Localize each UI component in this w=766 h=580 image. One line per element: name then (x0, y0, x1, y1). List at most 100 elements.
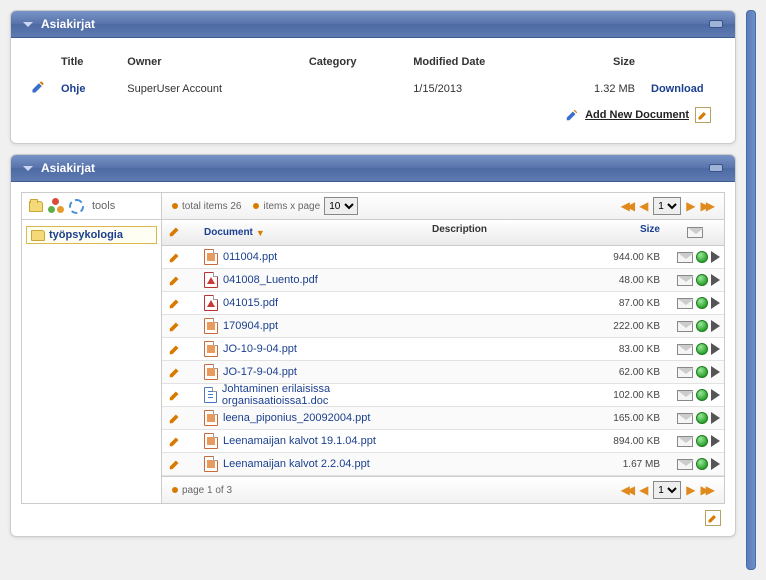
mail-icon[interactable] (677, 413, 693, 424)
categories-icon[interactable] (48, 198, 64, 214)
next-page-icon[interactable]: ▶ (686, 199, 695, 213)
play-icon[interactable] (711, 297, 720, 309)
edit-file-icon[interactable] (168, 296, 182, 310)
download-icon[interactable] (696, 320, 708, 332)
mail-icon[interactable] (677, 321, 693, 332)
folder-tree-item[interactable]: työpsykologia (26, 226, 157, 244)
last-page-icon[interactable]: ▶▶ (701, 199, 711, 213)
download-icon[interactable] (696, 458, 708, 470)
download-icon[interactable] (696, 251, 708, 263)
mail-icon[interactable] (677, 367, 693, 378)
mail-icon[interactable] (677, 436, 693, 447)
bullet-icon (172, 203, 178, 209)
documents-panel-2: Asiakirjat tools total items 26 items x … (10, 154, 736, 537)
edit-file-icon[interactable] (168, 457, 182, 471)
mail-icon[interactable] (677, 298, 693, 309)
play-icon[interactable] (711, 412, 720, 424)
file-description (426, 324, 596, 328)
play-icon[interactable] (711, 274, 720, 286)
ppt-file-icon (204, 456, 218, 472)
file-name-link[interactable]: Johtaminen erilaisissa organisaatioissa1… (222, 383, 420, 407)
edit-page-icon[interactable] (695, 107, 711, 123)
edit-file-icon[interactable] (168, 434, 182, 448)
play-icon[interactable] (711, 389, 720, 401)
folder-view-icon[interactable] (28, 198, 44, 214)
file-size: 83.00 KB (596, 342, 666, 357)
file-description (426, 462, 596, 466)
folder-tree: työpsykologia (22, 220, 162, 503)
file-name-link[interactable]: Leenamaijan kalvot 2.2.04.ppt (223, 458, 370, 470)
file-description (426, 255, 596, 259)
first-page-icon[interactable]: ◀◀ (621, 199, 631, 213)
documents-panel-1: Asiakirjat Title Owner Category Modified… (10, 10, 736, 144)
file-name-link[interactable]: 011004.ppt (223, 251, 277, 263)
mail-icon[interactable] (677, 275, 693, 286)
play-icon[interactable] (711, 320, 720, 332)
edit-icon[interactable] (31, 80, 45, 94)
prev-page-icon[interactable]: ◀ (639, 199, 648, 213)
play-icon[interactable] (711, 458, 720, 470)
file-name-link[interactable]: Leenamaijan kalvot 19.1.04.ppt (223, 435, 376, 447)
edit-file-icon[interactable] (168, 342, 182, 356)
file-description (426, 301, 596, 305)
edit-file-icon[interactable] (168, 273, 182, 287)
play-icon[interactable] (711, 343, 720, 355)
doc-title-link[interactable]: Ohje (61, 83, 85, 95)
play-icon[interactable] (711, 435, 720, 447)
file-size: 102.00 KB (596, 388, 666, 403)
collapse-arrow-icon[interactable] (23, 166, 33, 171)
pdf-file-icon (204, 295, 218, 311)
first-page-icon[interactable]: ◀◀ (621, 483, 631, 497)
mail-all-icon[interactable] (687, 227, 703, 238)
next-page-icon[interactable]: ▶ (686, 483, 695, 497)
page-size-select[interactable]: 10 (324, 197, 358, 215)
mail-icon[interactable] (677, 344, 693, 355)
mail-icon[interactable] (677, 252, 693, 263)
header-document[interactable]: Document▼ (198, 220, 426, 245)
download-icon[interactable] (696, 389, 708, 401)
right-sidebar-handle[interactable] (746, 10, 756, 570)
edit-file-icon[interactable] (168, 365, 182, 379)
page-select[interactable]: 1 (653, 481, 681, 499)
doc-file-icon (204, 387, 217, 403)
download-link[interactable]: Download (651, 83, 704, 95)
collapse-arrow-icon[interactable] (23, 22, 33, 27)
add-new-document-link[interactable]: Add New Document (585, 109, 689, 121)
edit-file-icon[interactable] (168, 319, 182, 333)
download-icon[interactable] (696, 274, 708, 286)
prev-page-icon[interactable]: ◀ (639, 483, 648, 497)
edit-page-icon[interactable] (705, 510, 721, 526)
minimize-icon[interactable] (709, 164, 723, 172)
folder-label: työpsykologia (49, 229, 123, 241)
download-icon[interactable] (696, 343, 708, 355)
download-icon[interactable] (696, 412, 708, 424)
play-icon[interactable] (711, 251, 720, 263)
file-name-link[interactable]: 041008_Luento.pdf (223, 274, 318, 286)
last-page-icon[interactable]: ▶▶ (701, 483, 711, 497)
file-name-link[interactable]: 170904.ppt (223, 320, 278, 332)
mail-icon[interactable] (677, 459, 693, 470)
file-name-link[interactable]: 041015.pdf (223, 297, 278, 309)
header-size[interactable]: Size (596, 220, 666, 245)
edit-file-icon[interactable] (168, 250, 182, 264)
doc-modified: 1/15/2013 (405, 74, 549, 103)
mail-icon[interactable] (677, 390, 693, 401)
bullet-icon (172, 487, 178, 493)
file-name-link[interactable]: leena_piponius_20092004.ppt (223, 412, 370, 424)
download-icon[interactable] (696, 435, 708, 447)
minimize-icon[interactable] (709, 20, 723, 28)
play-icon[interactable] (711, 366, 720, 378)
download-icon[interactable] (696, 297, 708, 309)
col-category: Category (301, 50, 405, 74)
sort-desc-icon: ▼ (256, 228, 265, 238)
file-name-link[interactable]: JO-17-9-04.ppt (223, 366, 297, 378)
file-name-link[interactable]: JO-10-9-04.ppt (223, 343, 297, 355)
edit-file-icon[interactable] (168, 388, 182, 402)
header-description[interactable]: Description (426, 220, 596, 245)
download-icon[interactable] (696, 366, 708, 378)
file-row: 011004.ppt944.00 KB (162, 246, 724, 269)
page-select[interactable]: 1 (653, 197, 681, 215)
edit-file-icon[interactable] (168, 411, 182, 425)
settings-icon[interactable] (68, 198, 84, 214)
list-header: Document▼ Description Size (162, 220, 724, 246)
